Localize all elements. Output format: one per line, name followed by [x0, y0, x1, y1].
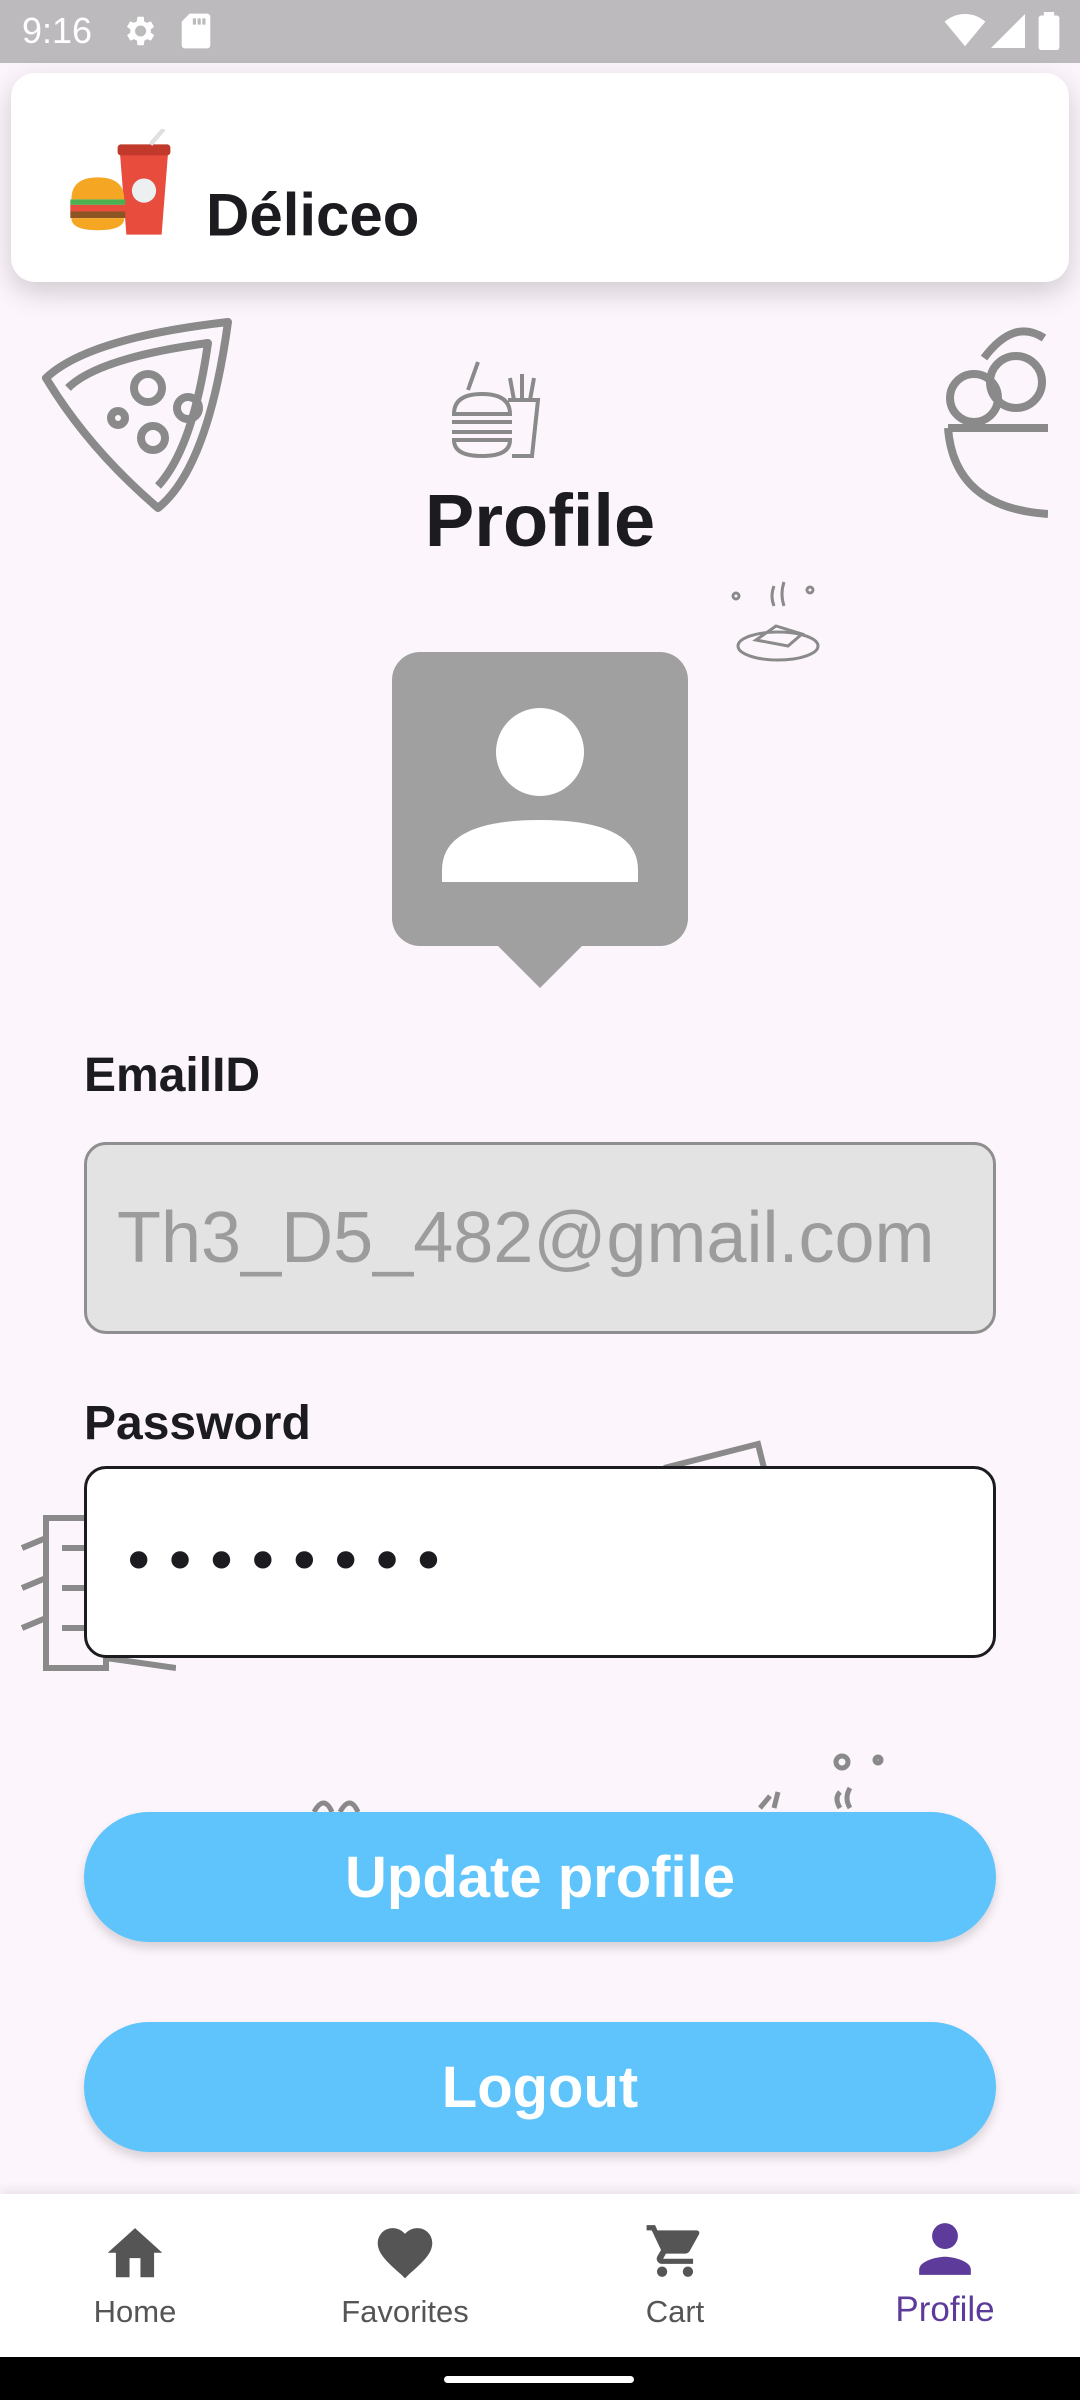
password-label: Password: [84, 1397, 311, 1450]
bottom-navigation: Home Favorites Cart Profile: [0, 2194, 1080, 2357]
sd-card-icon: [181, 13, 211, 49]
signal-icon: [991, 14, 1025, 48]
nav-item-cart[interactable]: Cart: [540, 2194, 810, 2357]
password-field[interactable]: [84, 1466, 996, 1658]
cart-icon: [646, 2225, 700, 2277]
email-field[interactable]: [84, 1142, 996, 1334]
email-label: EmailID: [84, 1049, 261, 1102]
nav-label-home: Home: [93, 2294, 177, 2329]
nav-label-profile: Profile: [895, 2290, 995, 2329]
password-input[interactable]: [87, 1469, 993, 1655]
logout-button[interactable]: Logout: [84, 2022, 996, 2152]
burger-drink-logo-icon: [70, 129, 171, 235]
plated-dish-doodle-icon: [731, 581, 820, 662]
nav-label-favorites: Favorites: [341, 2294, 469, 2329]
nav-item-home[interactable]: Home: [0, 2194, 270, 2357]
app-bar: Déliceo: [11, 73, 1069, 282]
app-title: Déliceo: [206, 181, 420, 249]
nav-item-favorites[interactable]: Favorites: [270, 2194, 540, 2357]
nav-label-cart: Cart: [645, 2294, 705, 2329]
home-gesture-handle[interactable]: [444, 2376, 634, 2383]
status-time: 9:16: [22, 10, 93, 51]
page-title: Profile: [424, 479, 656, 562]
burger-fries-doodle-icon: [451, 361, 541, 459]
update-profile-button[interactable]: Update profile: [84, 1812, 996, 1942]
home-icon: [107, 2228, 163, 2278]
doodle-fragment-icon: [311, 1800, 361, 1814]
heart-icon: [377, 2228, 433, 2279]
wifi-icon: [944, 14, 986, 47]
email-input[interactable]: [87, 1145, 993, 1331]
steam-doodle-icon: [758, 1753, 884, 1810]
person-icon: [919, 2223, 971, 2275]
profile-avatar-icon[interactable]: [392, 652, 688, 992]
system-navigation-bar: [0, 2357, 1080, 2400]
nav-item-profile[interactable]: Profile: [810, 2194, 1080, 2357]
battery-icon: [1038, 12, 1060, 50]
status-bar: 9:16: [0, 0, 1080, 63]
settings-icon: [126, 16, 155, 46]
